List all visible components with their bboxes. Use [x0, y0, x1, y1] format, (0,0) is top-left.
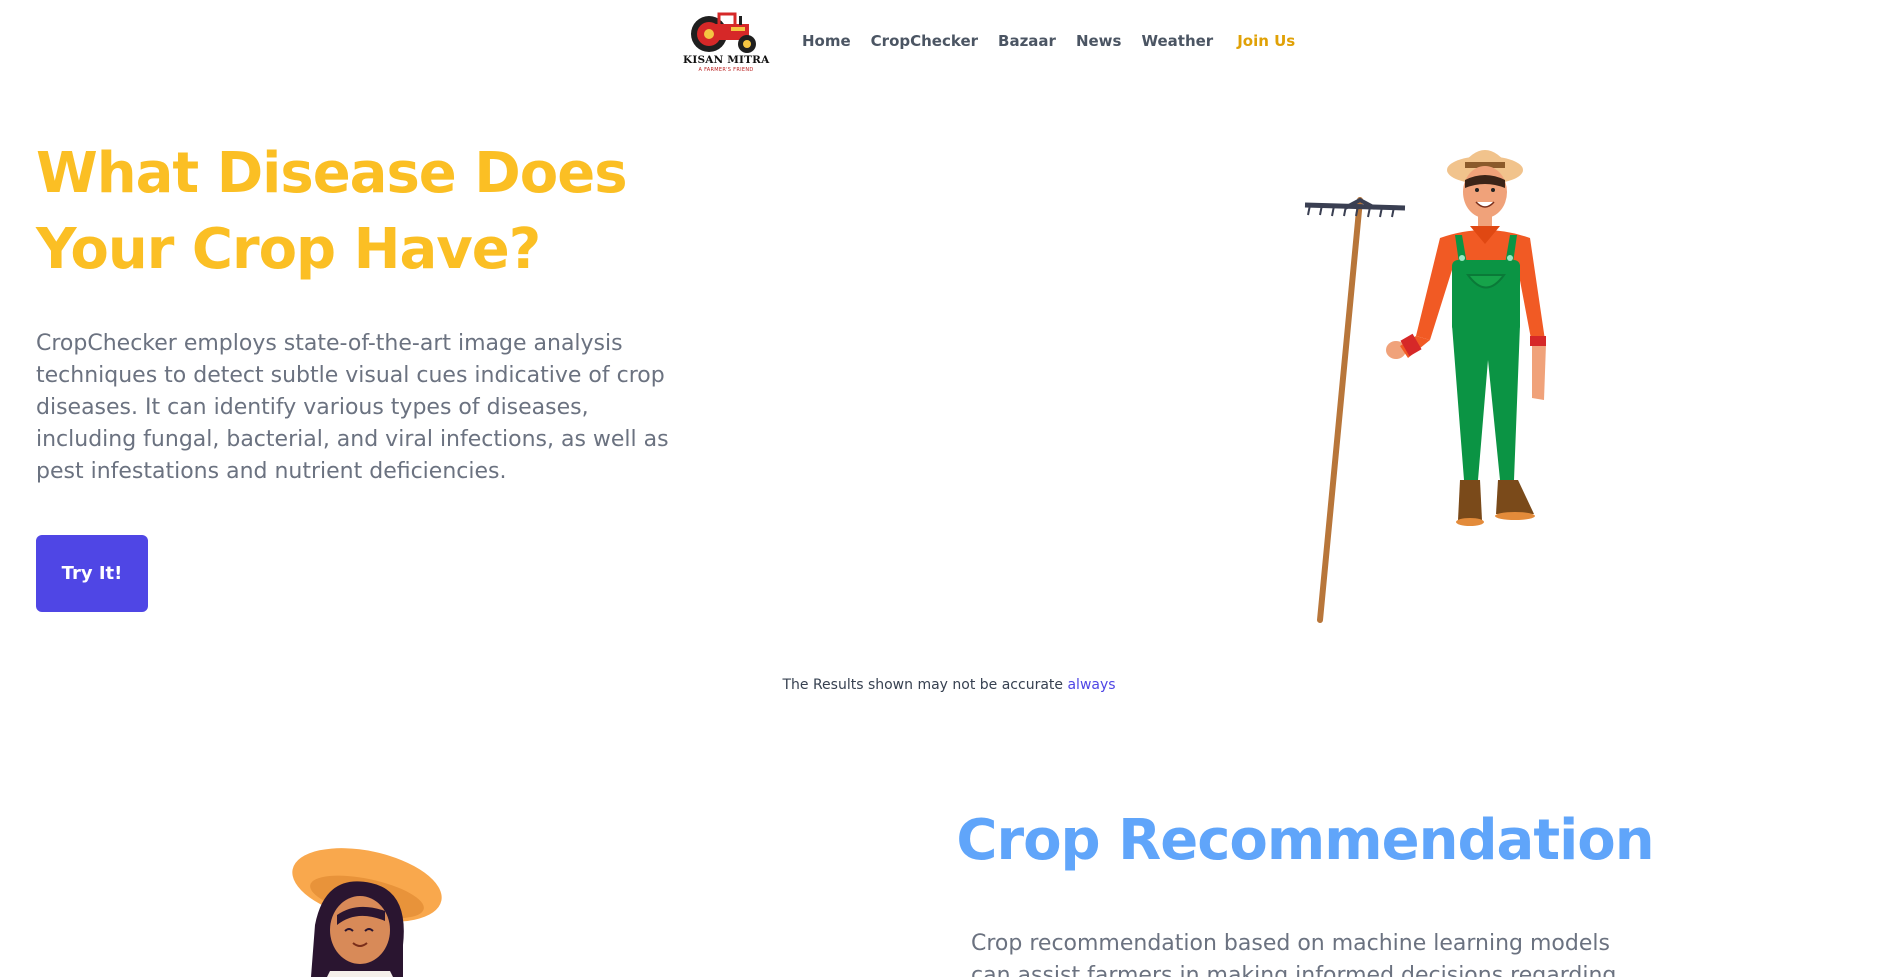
hero-title: What Disease Does Your Crop Have? [36, 136, 656, 288]
brand-tagline: A FARMER'S FRIEND [698, 67, 754, 73]
woman-farmer-illustration [292, 848, 442, 977]
nav-join-us[interactable]: Join Us [1237, 32, 1295, 50]
hero-title-line1: What Disease Does [36, 141, 628, 206]
brand-name: KISAN MITRA [683, 54, 770, 66]
nav-home[interactable]: Home [802, 32, 851, 50]
tractor-icon [691, 12, 756, 53]
farmer-with-rake-illustration [1304, 150, 1546, 623]
disclaimer: The Results shown may not be accurate al… [0, 677, 1898, 693]
hero-title-line2: Your Crop Have? [36, 217, 541, 282]
try-it-button[interactable]: Try It! [36, 535, 148, 612]
crop-recommendation-title: Crop Recommendation [956, 808, 1654, 873]
brand-logo[interactable]: KISAN MITRA A FARMER'S FRIEND [683, 10, 769, 76]
navbar: KISAN MITRA A FARMER'S FRIEND Home CropC… [0, 0, 1898, 86]
crop-recommendation-description: Crop recommendation based on machine lea… [971, 931, 1617, 977]
nav-weather[interactable]: Weather [1141, 32, 1213, 50]
nav-bazaar[interactable]: Bazaar [998, 32, 1056, 50]
hero-description: CropChecker employs state-of-the-art ima… [36, 331, 669, 484]
disclaimer-text: The Results shown may not be accurate [782, 677, 1068, 693]
nav-news[interactable]: News [1076, 32, 1122, 50]
disclaimer-link[interactable]: always [1067, 677, 1115, 693]
main-nav: Home CropChecker Bazaar News Weather Joi… [802, 32, 1315, 50]
nav-cropchecker[interactable]: CropChecker [871, 32, 978, 50]
